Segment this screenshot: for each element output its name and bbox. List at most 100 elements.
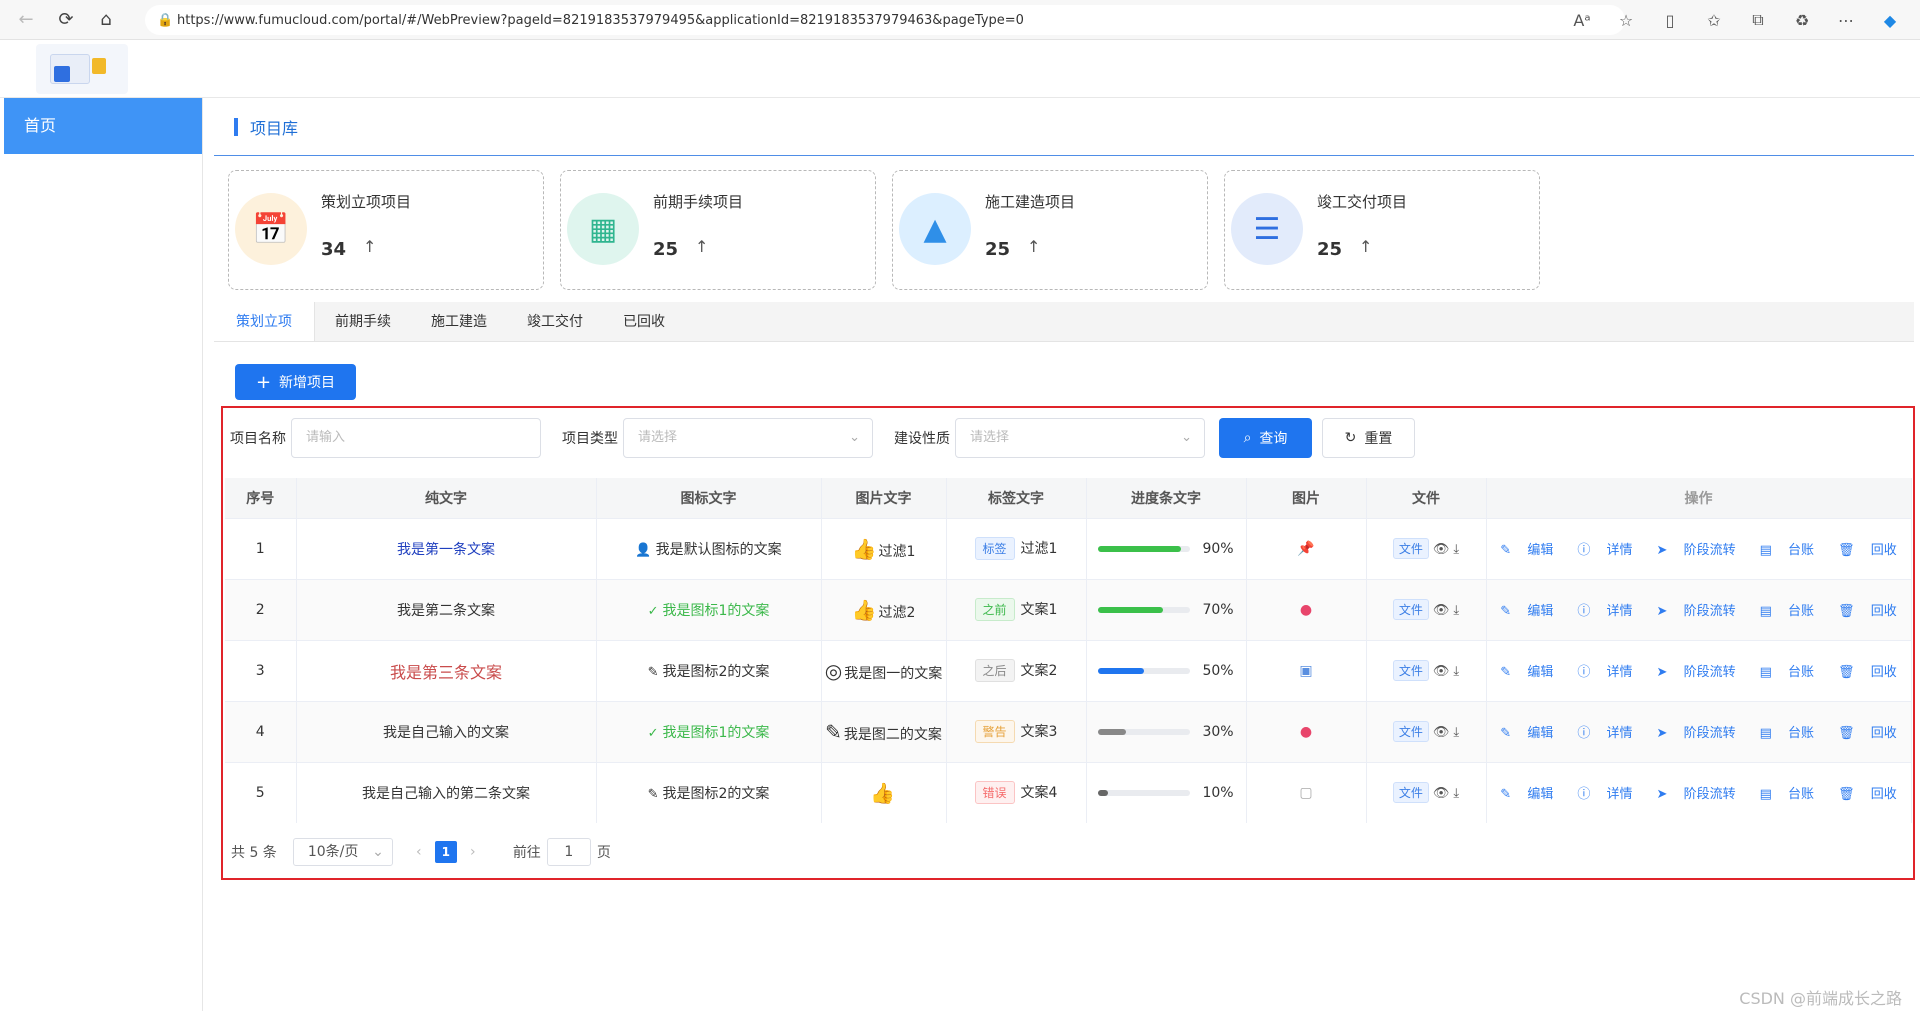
project-name-input[interactable]: 请输入	[291, 418, 541, 458]
icon-text-label: 我是图标1的文案	[662, 602, 770, 619]
read-aloud-icon[interactable]: Aᵃ	[1560, 11, 1604, 30]
recycle-action[interactable]: 🗑 回收	[1832, 539, 1903, 558]
tab-delivery[interactable]: 竣工交付	[507, 302, 603, 341]
refresh-icon[interactable]: ⟳	[46, 0, 86, 40]
calendar-icon: 📅	[235, 193, 307, 265]
file-tag[interactable]: 文件	[1392, 538, 1429, 559]
download-icon[interactable]: ⤓	[1453, 603, 1459, 618]
stage-transfer-icon: ➤	[1656, 665, 1668, 680]
watermark: CSDN @前端成长之路	[1739, 989, 1902, 1008]
sidebar-item-home[interactable]: 首页	[4, 98, 202, 154]
edit-action[interactable]: ✎ 编辑	[1494, 722, 1559, 741]
row-actions: ✎ 编辑 ⓘ 详情 ➤ 阶段流转 ▤ 台账 🗑 回收	[1487, 722, 1911, 741]
dot-image[interactable]: ●	[1300, 724, 1312, 740]
file-tag[interactable]: 文件	[1392, 782, 1429, 804]
eye-icon[interactable]: 👁	[1433, 542, 1450, 557]
ledger-action[interactable]: ▤ 台账	[1754, 783, 1820, 802]
detail-action[interactable]: ⓘ 详情	[1571, 722, 1638, 741]
placeholder-image[interactable]: ▢	[1299, 785, 1312, 801]
extensions-icon[interactable]: ♻	[1780, 11, 1824, 30]
cell-icon-text: ✓ 我是图标1的文案	[596, 700, 822, 762]
stat-card-delivery[interactable]: ☰ 竣工交付项目 25 ↑	[1224, 170, 1540, 290]
cell-image-text: 👍 过滤1	[821, 517, 947, 579]
tab-preliminary[interactable]: 前期手续	[315, 302, 411, 341]
pin-image[interactable]: 📌	[1297, 541, 1314, 557]
edit-label: 编辑	[1527, 726, 1554, 741]
cell-no: 1	[225, 517, 297, 579]
table-row: 2 我是第二条文案 ✓ 我是图标1的文案 👍 过滤2 之前 文案1 70% ● 文件 👁…	[225, 578, 1912, 640]
stat-card-planning[interactable]: 📅 策划立项项目 34 ↑	[228, 170, 544, 290]
eye-icon[interactable]: 👁	[1433, 786, 1450, 801]
recycle-action[interactable]: 🗑 回收	[1832, 600, 1903, 619]
ledger-action[interactable]: ▤ 台账	[1754, 600, 1820, 619]
cell-file: 文件 👁 ⤓	[1366, 517, 1487, 579]
detail-action[interactable]: ⓘ 详情	[1571, 600, 1638, 619]
download-icon[interactable]: ⤓	[1453, 786, 1459, 801]
stage-transfer-action[interactable]: ➤ 阶段流转	[1651, 783, 1742, 802]
stat-card-construction[interactable]: ▲ 施工建造项目 25 ↑	[892, 170, 1208, 290]
sidebar: 首页	[4, 98, 203, 1011]
download-icon[interactable]: ⤓	[1453, 542, 1459, 557]
split-screen-icon[interactable]: ▯	[1648, 11, 1692, 30]
add-project-button[interactable]: + 新增项目	[235, 364, 356, 400]
reset-button[interactable]: ↻ 重置	[1322, 418, 1415, 458]
file-tag[interactable]: 文件	[1392, 660, 1429, 681]
page-size-select[interactable]: 10条/页 ⌄	[292, 838, 393, 866]
back-icon[interactable]: ←	[6, 0, 46, 40]
stage-transfer-icon: ➤	[1656, 726, 1668, 741]
tab-construction[interactable]: 施工建造	[411, 302, 507, 341]
stage-transfer-action[interactable]: ➤ 阶段流转	[1651, 600, 1742, 619]
project-type-select[interactable]: 请选择 ⌄	[623, 418, 873, 458]
recycle-action[interactable]: 🗑 回收	[1832, 661, 1903, 680]
download-icon[interactable]: ⤓	[1453, 725, 1459, 740]
eye-icon[interactable]: 👁	[1433, 664, 1450, 679]
favorites-list-icon[interactable]: ✩	[1692, 11, 1736, 30]
home-icon[interactable]: ⌂	[86, 0, 126, 40]
next-page-button[interactable]: ›	[461, 844, 485, 860]
build-nature-select[interactable]: 请选择 ⌄	[955, 418, 1205, 458]
cell-tag-text: 之后 文案2	[946, 639, 1087, 701]
eye-icon[interactable]: 👁	[1433, 725, 1450, 740]
query-button[interactable]: ⌕ 查询	[1219, 418, 1312, 458]
collections-icon[interactable]: ⧉	[1736, 10, 1780, 30]
goto-page-input[interactable]: 1	[546, 838, 591, 866]
edit-action[interactable]: ✎ 编辑	[1494, 539, 1559, 558]
edit-action[interactable]: ✎ 编辑	[1494, 600, 1559, 619]
dot-image[interactable]: ●	[1300, 602, 1312, 618]
file-tag[interactable]: 文件	[1392, 599, 1429, 620]
tag-text-label: 过滤1	[1020, 541, 1058, 557]
stage-transfer-action[interactable]: ➤ 阶段流转	[1651, 661, 1742, 680]
more-icon[interactable]: ⋯	[1824, 11, 1868, 30]
tab-planning[interactable]: 策划立项	[214, 302, 315, 341]
eye-icon[interactable]: 👁	[1433, 603, 1450, 618]
stat-count: 25	[985, 239, 1011, 260]
ledger-action[interactable]: ▤ 台账	[1754, 722, 1820, 741]
stat-count: 25	[653, 239, 679, 260]
detail-action[interactable]: ⓘ 详情	[1571, 661, 1638, 680]
stage-transfer-action[interactable]: ➤ 阶段流转	[1651, 722, 1742, 741]
recycle-action[interactable]: 🗑 回收	[1832, 722, 1903, 741]
progress-track	[1098, 668, 1191, 674]
ledger-action[interactable]: ▤ 台账	[1754, 661, 1820, 680]
page-1-button[interactable]: 1	[434, 841, 457, 863]
chevron-down-icon: ⌄	[372, 844, 384, 860]
tab-recycled[interactable]: 已回收	[603, 302, 685, 341]
detail-action[interactable]: ⓘ 详情	[1571, 783, 1638, 802]
status-badge: 标签	[974, 537, 1015, 560]
stat-card-preliminary[interactable]: ▦ 前期手续项目 25 ↑	[560, 170, 876, 290]
window-image[interactable]: ▣	[1299, 663, 1312, 679]
favorite-icon[interactable]: ☆	[1604, 11, 1648, 30]
prev-page-button[interactable]: ‹	[407, 844, 431, 860]
detail-action[interactable]: ⓘ 详情	[1571, 539, 1638, 558]
recycle-action[interactable]: 🗑 回收	[1832, 783, 1903, 802]
app-logo[interactable]	[36, 44, 128, 94]
cell-file: 文件 👁 ⤓	[1366, 639, 1487, 701]
file-tag[interactable]: 文件	[1392, 721, 1429, 742]
stage-transfer-action[interactable]: ➤ 阶段流转	[1651, 539, 1742, 558]
ledger-action[interactable]: ▤ 台账	[1754, 539, 1820, 558]
edit-action[interactable]: ✎ 编辑	[1494, 661, 1559, 680]
edit-action[interactable]: ✎ 编辑	[1494, 783, 1559, 802]
download-icon[interactable]: ⤓	[1453, 664, 1459, 679]
copilot-icon[interactable]: ◆	[1868, 11, 1912, 30]
address-bar[interactable]: 🔒 https://www.fumucloud.com/portal/#/Web…	[145, 5, 1625, 35]
